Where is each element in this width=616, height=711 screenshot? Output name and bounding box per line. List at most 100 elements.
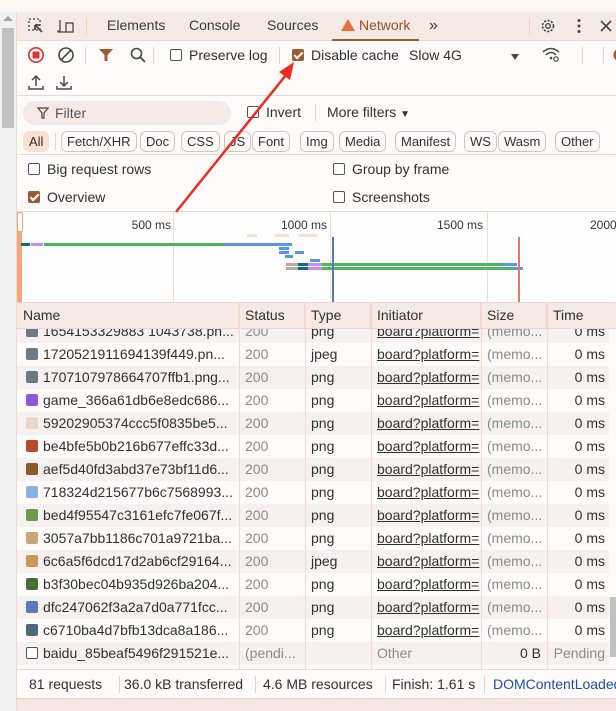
column-separator[interactable] <box>481 303 482 670</box>
request-initiator[interactable]: board?platform= <box>371 596 481 619</box>
table-row[interactable]: 6c6a5f6dcd17d2ab6cf29164... 200 jpeg board?… <box>17 550 616 573</box>
request-name[interactable]: 59202905374ccc5f0835be5... <box>17 412 239 435</box>
column-header-name[interactable]: Name <box>17 303 239 329</box>
table-scrollbar-thumb[interactable] <box>610 597 616 657</box>
search-icon[interactable] <box>129 46 147 64</box>
throttling-dropdown-chevron-icon[interactable] <box>511 54 519 60</box>
column-separator[interactable] <box>371 303 372 670</box>
table-row[interactable]: 59202905374ccc5f0835be5... 200 png board?pl… <box>17 412 616 435</box>
table-row[interactable]: dfc247062f3a2a7d0a771fcc... 200 png board?p… <box>17 596 616 619</box>
request-initiator[interactable]: board?platform= <box>371 619 481 642</box>
table-row[interactable]: game_366a61db6e8edc686... 200 png board?pla… <box>17 389 616 412</box>
filter-input[interactable]: Filter <box>23 101 231 125</box>
screenshots-checkbox[interactable] <box>333 191 345 203</box>
table-scrollbar[interactable] <box>609 329 616 670</box>
request-initiator[interactable]: board?platform= <box>371 504 481 527</box>
table-row[interactable]: 1654153329883 1043738.pn... 200 png board?p… <box>17 329 616 343</box>
request-name[interactable]: 718324d215677b6c7568993... <box>17 481 239 504</box>
tab-network[interactable]: Network <box>332 12 420 41</box>
table-row[interactable]: b3f30bec04b935d926ba204... 200 png board?pl… <box>17 573 616 596</box>
request-name[interactable]: aef5d40fd3abd37e73bf11d6... <box>17 458 239 481</box>
column-header-initiator[interactable]: Initiator <box>371 303 481 329</box>
request-name[interactable]: baidu_85beaf5496f291521e... <box>17 642 239 665</box>
export-har-download-icon[interactable] <box>55 73 73 91</box>
type-filter-js[interactable]: JS <box>224 131 252 152</box>
disable-cache-label[interactable]: Disable cache <box>311 47 399 63</box>
type-filter-fetch-xhr[interactable]: Fetch/XHR <box>61 131 137 152</box>
invert-checkbox[interactable] <box>247 106 259 118</box>
network-settings-gear-icon[interactable] <box>611 46 616 64</box>
request-name[interactable]: 6c6a5f6dcd17d2ab6cf29164... <box>17 550 239 573</box>
disable-cache-checkbox[interactable] <box>292 49 304 61</box>
table-row[interactable]: be4bfe5b0b216b677effc33d... 200 png board?p… <box>17 435 616 458</box>
inspect-element-icon[interactable] <box>27 17 45 35</box>
preserve-log-label[interactable]: Preserve log <box>189 47 268 63</box>
more-filters-button[interactable]: More filters ▼ <box>327 104 410 120</box>
request-name[interactable]: game_366a61db6e8edc686... <box>17 389 239 412</box>
tab-sources[interactable]: Sources <box>267 12 318 41</box>
group-by-frame-label[interactable]: Group by frame <box>352 161 449 177</box>
request-initiator[interactable]: board?platform= <box>371 573 481 596</box>
type-filter-manifest[interactable]: Manifest <box>395 131 457 152</box>
type-filter-doc[interactable]: Doc <box>140 131 176 152</box>
page-scrollbar[interactable] <box>0 12 16 711</box>
column-separator[interactable] <box>239 303 240 670</box>
request-name[interactable]: dfc247062f3a2a7d0a771fcc... <box>17 596 239 619</box>
big-request-rows-checkbox[interactable] <box>28 163 40 175</box>
import-har-upload-icon[interactable] <box>27 73 45 91</box>
request-initiator[interactable]: board?platform= <box>371 527 481 550</box>
type-filter-css[interactable]: CSS <box>181 131 220 152</box>
request-name[interactable]: 1654153329883 1043738.pn... <box>17 329 239 343</box>
request-initiator[interactable]: board?platform= <box>371 481 481 504</box>
table-row[interactable]: baidu_85beaf5496f291521e... (pendi... Othe… <box>17 642 616 665</box>
close-devtools-icon[interactable] <box>597 17 615 35</box>
type-filter-all[interactable]: All <box>23 131 50 152</box>
column-header-type[interactable]: Type <box>305 303 371 329</box>
column-header-size[interactable]: Size <box>481 303 547 329</box>
request-initiator[interactable]: board?platform= <box>371 343 481 366</box>
network-overview-timeline[interactable]: 500 ms 1000 ms 1500 ms 2000 <box>17 212 616 302</box>
table-row[interactable]: bed4f95547c3161efc7fe067f... 200 png board?… <box>17 504 616 527</box>
network-conditions-wifi-icon[interactable] <box>541 45 560 63</box>
overview-checkbox[interactable] <box>28 191 40 203</box>
page-scrollbar-thumb[interactable] <box>2 28 14 128</box>
type-filter-media[interactable]: Media <box>339 131 387 152</box>
request-initiator[interactable]: board?platform= <box>371 550 481 573</box>
big-request-rows-label[interactable]: Big request rows <box>47 161 151 177</box>
column-separator[interactable] <box>547 303 548 670</box>
device-toolbar-icon[interactable] <box>57 17 75 35</box>
request-name[interactable]: bed4f95547c3161efc7fe067f... <box>17 504 239 527</box>
tab-elements[interactable]: Elements <box>107 12 165 41</box>
request-initiator[interactable]: board?platform= <box>371 366 481 389</box>
request-name[interactable]: be4bfe5b0b216b677effc33d... <box>17 435 239 458</box>
table-row[interactable]: c6710ba4d7bfb13dca8a186... 200 png board?pl… <box>17 619 616 642</box>
more-tabs-button[interactable]: » <box>429 12 438 41</box>
column-separator[interactable] <box>305 303 306 670</box>
request-name[interactable]: c6710ba4d7bfb13dca8a186... <box>17 619 239 642</box>
type-filter-ws[interactable]: WS <box>464 131 497 152</box>
column-header-time[interactable]: Time <box>547 303 616 329</box>
settings-gear-icon[interactable] <box>539 17 557 35</box>
scroll-up-arrow-icon[interactable] <box>3 16 13 21</box>
table-row[interactable]: 1707107978664707ffb1.png... 200 png board?p… <box>17 366 616 389</box>
timeline-range-grip[interactable] <box>17 212 23 232</box>
invert-label[interactable]: Invert <box>266 104 301 120</box>
table-row[interactable]: 3057a7bb1186c701a9721ba... 200 png board?pl… <box>17 527 616 550</box>
clear-icon[interactable] <box>57 46 75 64</box>
table-row[interactable]: aef5d40fd3abd37e73bf11d6... 200 png board?p… <box>17 458 616 481</box>
request-name[interactable]: b3f30bec04b935d926ba204... <box>17 573 239 596</box>
screenshots-label[interactable]: Screenshots <box>352 189 430 205</box>
request-initiator[interactable]: board?platform= <box>371 389 481 412</box>
preserve-log-checkbox[interactable] <box>170 49 182 61</box>
filter-funnel-icon[interactable] <box>97 46 115 64</box>
throttling-select[interactable]: Slow 4G <box>409 47 462 63</box>
type-filter-wasm[interactable]: Wasm <box>498 131 547 152</box>
record-stop-icon[interactable] <box>27 46 45 64</box>
tab-console[interactable]: Console <box>189 12 240 41</box>
column-header-status[interactable]: Status <box>239 303 305 329</box>
overview-label[interactable]: Overview <box>47 189 105 205</box>
request-name[interactable]: 1707107978664707ffb1.png... <box>17 366 239 389</box>
request-initiator[interactable]: board?platform= <box>371 435 481 458</box>
type-filter-font[interactable]: Font <box>252 131 291 152</box>
request-initiator[interactable]: board?platform= <box>371 458 481 481</box>
